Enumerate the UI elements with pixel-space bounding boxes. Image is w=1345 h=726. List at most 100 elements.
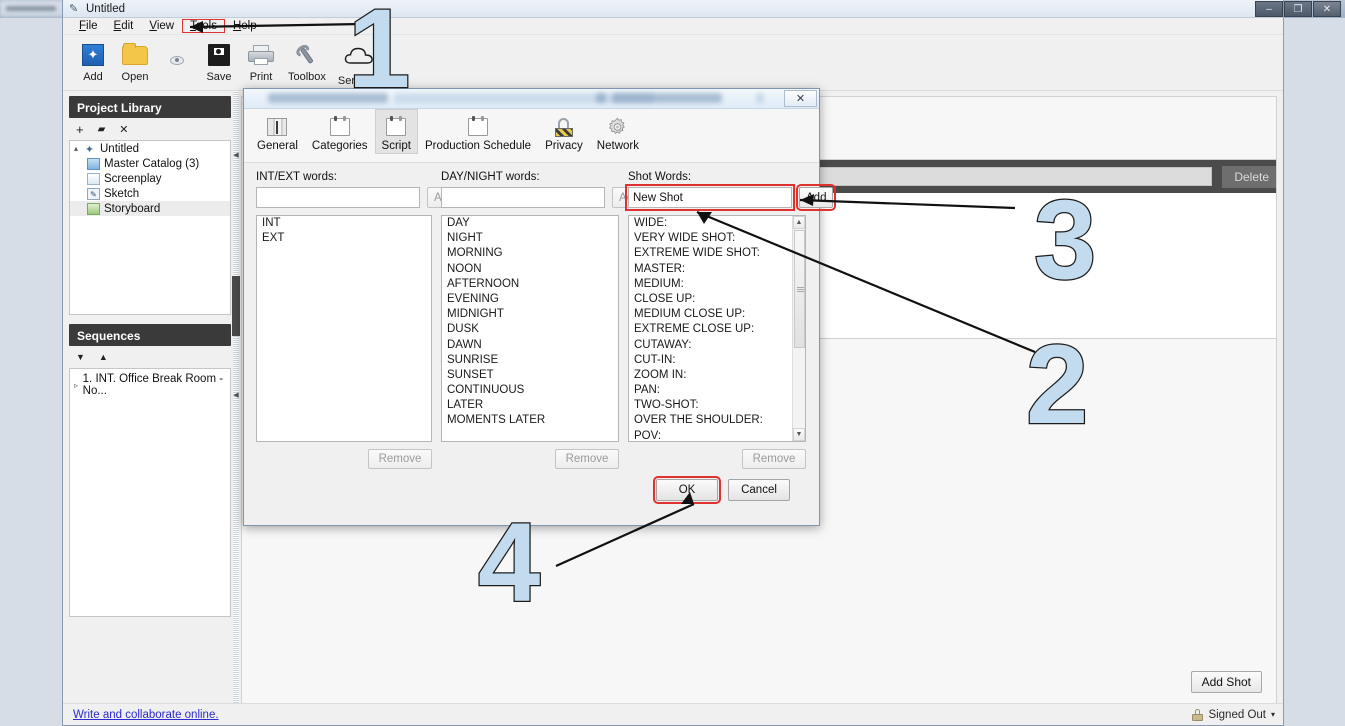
- list-item[interactable]: MOMENTS LATER: [442, 413, 618, 428]
- delete-button[interactable]: Delete: [1222, 166, 1277, 188]
- list-item[interactable]: CLOSE UP:: [629, 292, 805, 307]
- tree-item-sketch[interactable]: ✎ Sketch: [70, 186, 230, 201]
- menu-item-help[interactable]: Help: [225, 19, 265, 33]
- expander-icon[interactable]: ▴: [74, 144, 83, 153]
- sort-up-icon[interactable]: ▲: [99, 352, 108, 362]
- chevron-down-icon[interactable]: ▾: [1271, 710, 1275, 719]
- shot-words-input[interactable]: [628, 187, 792, 208]
- day-night-remove-button[interactable]: Remove: [555, 449, 619, 469]
- list-item[interactable]: PAN:: [629, 383, 805, 398]
- tree-item-screenplay[interactable]: Screenplay: [70, 171, 230, 186]
- list-item[interactable]: MASTER:: [629, 262, 805, 277]
- list-item[interactable]: DUSK: [442, 322, 618, 337]
- menu-item-tools[interactable]: Tools: [182, 19, 225, 33]
- toolbar-button-open[interactable]: Open: [115, 39, 155, 84]
- list-item[interactable]: OVER THE SHOULDER:: [629, 413, 805, 428]
- list-item[interactable]: WIDE:: [629, 216, 805, 231]
- dialog-close-button[interactable]: ✕: [784, 90, 817, 107]
- list-item[interactable]: CONTINUOUS: [442, 383, 618, 398]
- list-item[interactable]: EVENING: [442, 292, 618, 307]
- list-item[interactable]: CUTAWAY:: [629, 338, 805, 353]
- expander-icon[interactable]: ▹: [74, 381, 83, 390]
- scroll-thumb[interactable]: [232, 276, 240, 336]
- list-item[interactable]: NIGHT: [442, 231, 618, 246]
- collaborate-link[interactable]: Write and collaborate online.: [73, 709, 219, 721]
- list-item[interactable]: AFTERNOON: [442, 277, 618, 292]
- tab-categories[interactable]: Categories: [305, 109, 375, 154]
- toolbar-button-print[interactable]: Print: [241, 39, 281, 84]
- list-item[interactable]: ▹ 1. INT. Office Break Room - No...: [70, 369, 230, 397]
- tree-item-label: Screenplay: [104, 173, 162, 185]
- list-item[interactable]: CUT-IN:: [629, 353, 805, 368]
- list-item[interactable]: SUNSET: [442, 368, 618, 383]
- list-item[interactable]: POV:: [629, 429, 805, 442]
- scroll-left-icon-2[interactable]: ◀: [232, 391, 240, 399]
- toolbar-button-preview[interactable]: [157, 39, 197, 72]
- list-item[interactable]: DAY: [442, 216, 618, 231]
- list-item[interactable]: MEDIUM CLOSE UP:: [629, 307, 805, 322]
- window-controls[interactable]: – ❐ ✕: [1255, 1, 1341, 17]
- int-ext-input[interactable]: [256, 187, 420, 208]
- close-button[interactable]: ✕: [1313, 1, 1341, 17]
- minimize-button[interactable]: –: [1255, 1, 1283, 17]
- cancel-button[interactable]: Cancel: [728, 479, 790, 501]
- list-item[interactable]: INT: [257, 216, 431, 231]
- tab-network[interactable]: Network: [590, 109, 646, 154]
- shot-words-remove-button[interactable]: Remove: [742, 449, 806, 469]
- toolbar-button-services[interactable]: Services: [333, 39, 385, 88]
- tree-item-master-catalog[interactable]: Master Catalog (3): [70, 156, 230, 171]
- list-item[interactable]: LATER: [442, 398, 618, 413]
- int-ext-listbox[interactable]: INT EXT: [256, 215, 432, 442]
- scroll-down-icon[interactable]: ▼: [793, 428, 805, 441]
- list-item[interactable]: EXTREME CLOSE UP:: [629, 322, 805, 337]
- shot-words-add-button[interactable]: Add: [799, 187, 833, 208]
- sequences-toolbar[interactable]: ▼ ▲: [69, 346, 231, 368]
- scroll-up-icon[interactable]: ▲: [793, 216, 805, 229]
- delete-icon[interactable]: ✕: [119, 123, 128, 136]
- new-folder-icon[interactable]: ▰: [98, 124, 106, 135]
- menu-item-edit[interactable]: Edit: [106, 19, 142, 33]
- shot-words-scrollbar[interactable]: ▲ ▼: [792, 216, 805, 441]
- sequences-list[interactable]: ▹ 1. INT. Office Break Room - No...: [69, 368, 231, 617]
- list-item[interactable]: TWO-SHOT:: [629, 398, 805, 413]
- shot-words-listbox[interactable]: WIDE: VERY WIDE SHOT: EXTREME WIDE SHOT:…: [628, 215, 806, 442]
- account-status[interactable]: Signed Out ▾: [1192, 709, 1275, 721]
- dialog-tab-bar[interactable]: General Categories Script Production Sch…: [244, 109, 819, 163]
- day-night-listbox[interactable]: DAY NIGHT MORNING NOON AFTERNOON EVENING…: [441, 215, 619, 442]
- panel-splitter-scrollbar[interactable]: ◀ ◀: [231, 91, 241, 704]
- int-ext-remove-button[interactable]: Remove: [368, 449, 432, 469]
- menu-item-view[interactable]: View: [141, 19, 182, 33]
- list-item[interactable]: VERY WIDE SHOT:: [629, 231, 805, 246]
- scroll-left-icon[interactable]: ◀: [232, 151, 240, 159]
- main-toolbar[interactable]: ✦ Add Open Save Print Toolbox: [63, 35, 1283, 91]
- add-icon[interactable]: +: [76, 122, 84, 137]
- tree-item-untitled[interactable]: ▴ ✦ Untitled: [70, 141, 230, 156]
- toolbar-button-toolbox[interactable]: Toolbox: [283, 39, 331, 84]
- list-item[interactable]: EXT: [257, 231, 431, 246]
- list-item[interactable]: DAWN: [442, 338, 618, 353]
- list-item[interactable]: EXTREME WIDE SHOT:: [629, 246, 805, 261]
- list-item[interactable]: MEDIUM:: [629, 277, 805, 292]
- day-night-input[interactable]: [441, 187, 605, 208]
- tab-privacy[interactable]: Privacy: [538, 109, 590, 154]
- tab-general[interactable]: General: [250, 109, 305, 154]
- maximize-button[interactable]: ❐: [1284, 1, 1312, 17]
- list-item[interactable]: ZOOM IN:: [629, 368, 805, 383]
- list-item[interactable]: SUNRISE: [442, 353, 618, 368]
- list-item[interactable]: NOON: [442, 262, 618, 277]
- list-item[interactable]: MORNING: [442, 246, 618, 261]
- menu-item-file[interactable]: File: [71, 19, 106, 33]
- toolbar-button-add[interactable]: ✦ Add: [73, 39, 113, 84]
- sort-down-icon[interactable]: ▼: [76, 352, 85, 362]
- tab-script[interactable]: Script: [375, 109, 418, 154]
- toolbar-button-save[interactable]: Save: [199, 39, 239, 84]
- project-library-tree[interactable]: ▴ ✦ Untitled Master Catalog (3) Screenpl…: [69, 140, 231, 315]
- tab-production-schedule[interactable]: Production Schedule: [418, 109, 538, 154]
- list-item[interactable]: MIDNIGHT: [442, 307, 618, 322]
- add-shot-button[interactable]: Add Shot: [1191, 671, 1262, 693]
- tree-item-storyboard[interactable]: Storyboard: [70, 201, 230, 216]
- scroll-thumb[interactable]: [794, 230, 805, 348]
- project-library-toolbar[interactable]: + ▰ ✕: [69, 118, 231, 140]
- menu-bar[interactable]: File Edit View Tools Help: [63, 18, 1283, 35]
- ok-button[interactable]: OK: [656, 479, 718, 501]
